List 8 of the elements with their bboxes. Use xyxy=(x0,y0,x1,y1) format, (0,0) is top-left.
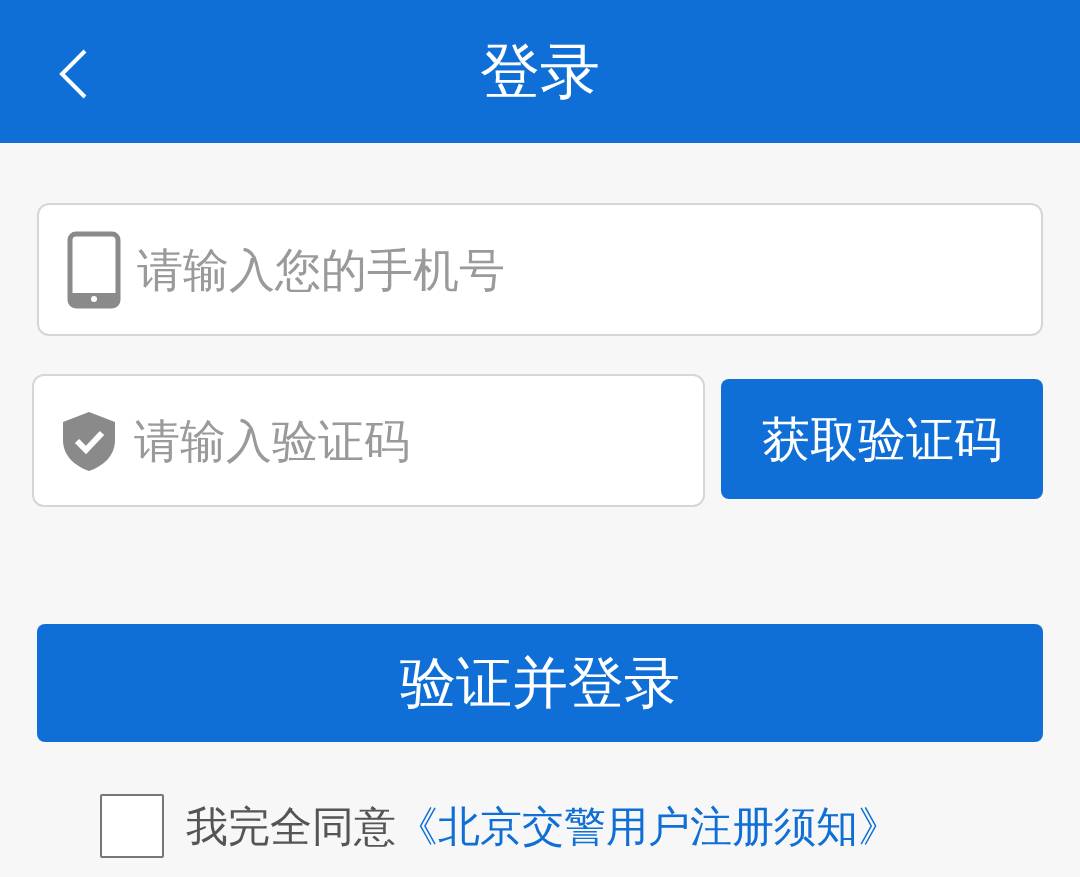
phone-input-field[interactable]: 请输入您的手机号 xyxy=(37,203,1043,336)
login-button[interactable]: 验证并登录 xyxy=(37,624,1043,742)
code-input-field[interactable]: 请输入验证码 xyxy=(32,374,706,507)
page-title: 登录 xyxy=(480,36,600,106)
get-code-button[interactable]: 获取验证码 xyxy=(721,379,1043,499)
agree-checkbox[interactable] xyxy=(100,794,164,858)
agreement-text: 我完全同意 xyxy=(186,800,396,853)
terms-link[interactable]: 《北京交警用户注册须知》 xyxy=(396,794,900,858)
